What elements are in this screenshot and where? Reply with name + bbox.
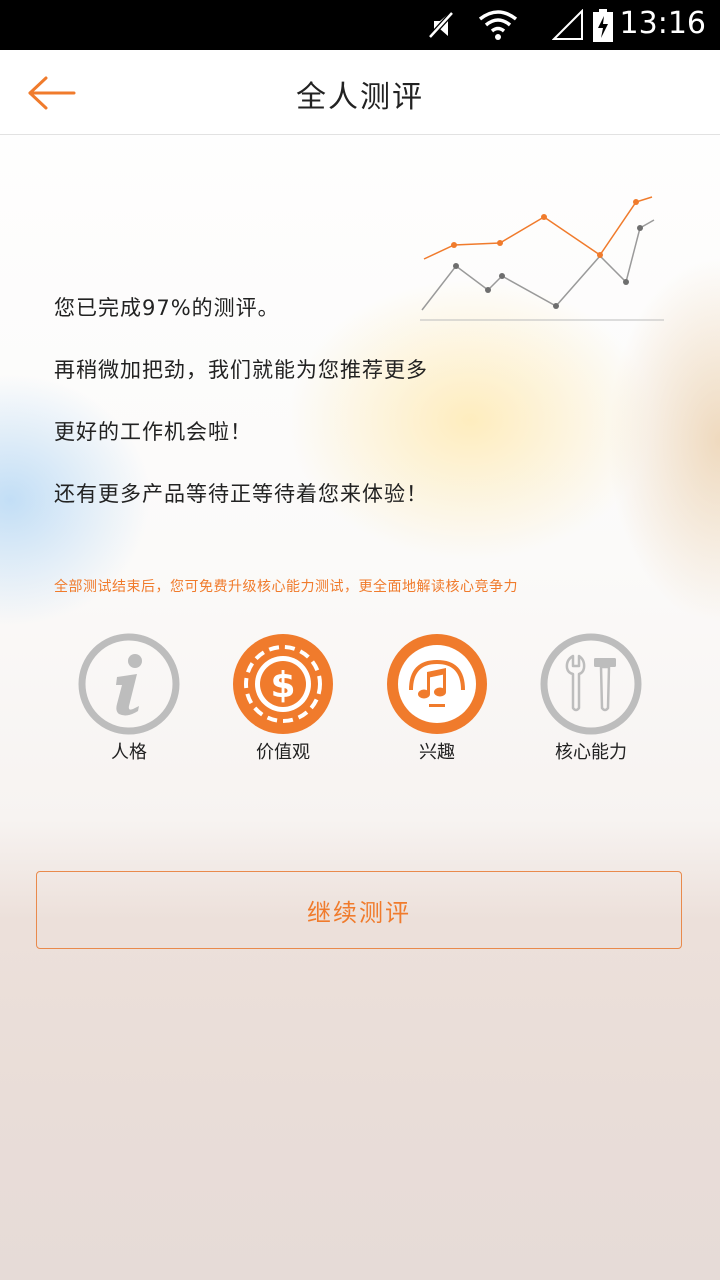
category-label: 兴趣 [419,742,455,763]
category-label: 价值观 [256,742,310,763]
status-time: 13:16 [619,6,706,41]
battery-charging-icon [593,9,613,42]
category-values[interactable]: $ 价值观 [228,632,338,764]
encourage-message: 再稍微加把劲，我们就能为您推荐更多 [54,358,428,382]
svg-text:$: $ [270,665,295,706]
wifi-icon [478,10,518,40]
product-message: 还有更多产品等待正等待着您来体验！ [54,482,428,506]
progress-message: 您已完成97%的测评。 [54,296,280,320]
app-bar: 全人测评 [0,50,720,135]
page-title: 全人测评 [296,80,424,115]
upgrade-note: 全部测试结束后，您可免费升级核心能力测试，更全面地解读核心竞争力 [54,579,518,595]
continue-evaluation-button[interactable]: 继续测评 [36,871,682,949]
category-label: 核心能力 [555,742,627,763]
decorative-line-chart-icon [420,196,664,321]
info-icon [78,633,180,735]
category-interest[interactable]: 兴趣 [382,632,492,764]
tools-icon [540,633,642,735]
mute-icon [428,11,454,39]
status-bar: 13:16 [0,0,720,50]
category-personality[interactable]: 人格 [74,632,184,764]
encourage-message-continued: 更好的工作机会啦！ [54,420,252,444]
category-label: 人格 [111,742,147,763]
signal-icon [552,9,583,40]
category-core-ability[interactable]: 核心能力 [536,632,646,764]
music-icon [387,634,487,734]
dollar-coin-icon: $ [233,634,333,734]
